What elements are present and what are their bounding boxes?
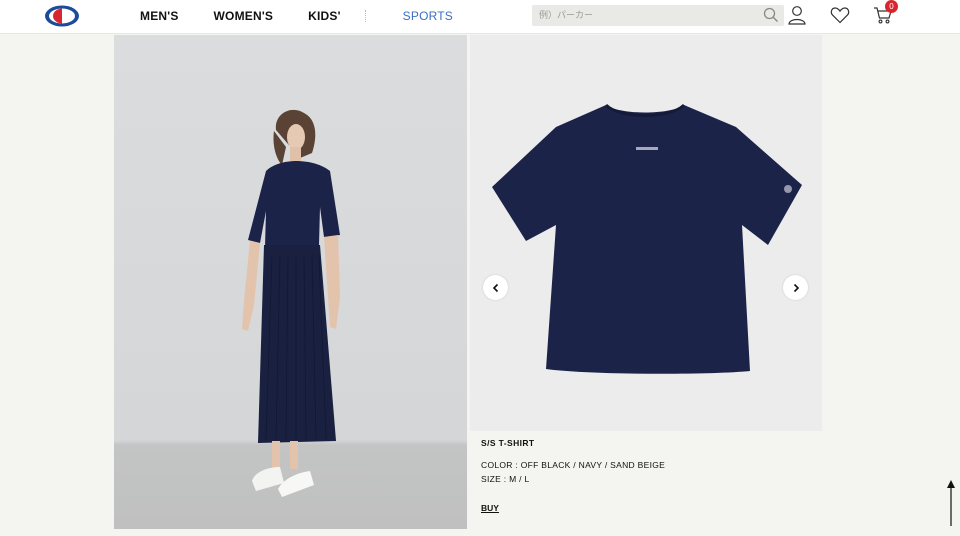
arrow-up-icon[interactable] — [944, 478, 958, 528]
chevron-right-icon — [793, 283, 799, 292]
carousel-prev-button[interactable] — [483, 275, 508, 300]
carousel-next-button[interactable] — [783, 275, 808, 300]
heart-icon[interactable] — [830, 5, 850, 25]
user-icon[interactable] — [787, 5, 807, 25]
search-bar — [532, 5, 784, 26]
search-input[interactable] — [532, 5, 752, 26]
nav-mens[interactable]: MEN'S — [140, 9, 179, 23]
chevron-left-icon — [492, 283, 498, 292]
product-sizes: SIZE : M / L — [481, 474, 530, 484]
buy-link[interactable]: BUY — [481, 503, 499, 513]
nav-divider — [364, 10, 366, 22]
model-photo — [114, 35, 467, 529]
site-header: MEN'S WOMEN'S KIDS' SPORTS 0 — [0, 0, 960, 34]
nav-sports[interactable]: SPORTS — [403, 9, 453, 23]
product-info: S/S T-SHIRT COLOR : OFF BLACK / NAVY / S… — [481, 438, 811, 484]
nav-womens[interactable]: WOMEN'S — [214, 9, 274, 23]
product-colors: COLOR : OFF BLACK / NAVY / SAND BEIGE — [481, 460, 666, 470]
cart-count-badge: 0 — [885, 0, 898, 13]
tshirt-illustration — [492, 103, 802, 374]
champion-logo-icon[interactable] — [44, 4, 80, 28]
product-name: S/S T-SHIRT — [481, 438, 535, 448]
main-nav: MEN'S WOMEN'S KIDS' SPORTS — [140, 0, 488, 32]
model-illustration — [242, 109, 340, 497]
nav-kids[interactable]: KIDS' — [308, 9, 341, 23]
product-photo — [470, 35, 822, 431]
search-icon[interactable] — [763, 7, 779, 23]
